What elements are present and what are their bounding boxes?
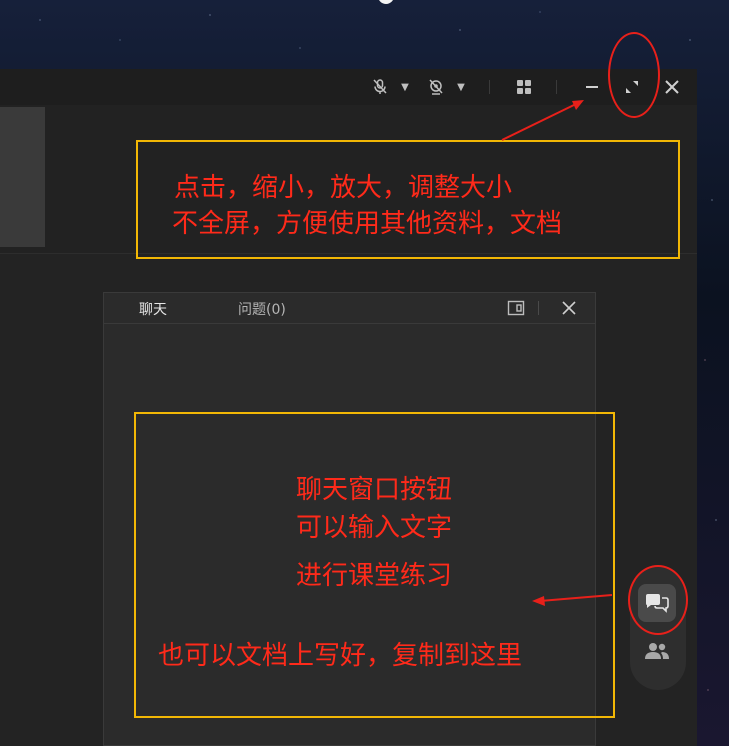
- annotation-callout-bottom: 聊天窗口按钮 可以输入文字 进行课堂练习 也可以文档上写好，复制到这里: [134, 412, 615, 718]
- camera-muted-icon[interactable]: [426, 77, 446, 97]
- tab-chat[interactable]: 聊天: [139, 299, 167, 319]
- popout-icon[interactable]: [506, 298, 526, 318]
- toolbar-divider: [489, 80, 490, 94]
- mic-options-chevron-icon[interactable]: ▼: [400, 77, 410, 97]
- annotation-callout-top: 点击，缩小，放大，调整大小 不全屏，方便使用其他资料，文档: [136, 140, 680, 259]
- annotation-line: 可以输入文字: [296, 513, 453, 543]
- chat-header: 聊天 问题(0): [104, 293, 595, 324]
- mic-muted-icon[interactable]: [370, 77, 390, 97]
- annotation-line: 不全屏，方便使用其他资料，文档: [172, 209, 563, 239]
- highlight-circle-restore: [608, 32, 660, 118]
- grid-layout-icon[interactable]: [514, 77, 534, 97]
- annotation-line: 聊天窗口按钮: [296, 475, 453, 505]
- video-thumbnail[interactable]: [0, 107, 45, 247]
- title-bar: ▼ ▼: [0, 69, 697, 105]
- chat-close-icon[interactable]: [559, 298, 579, 318]
- camera-options-chevron-icon[interactable]: ▼: [456, 77, 466, 97]
- annotation-line: 进行课堂练习: [296, 561, 453, 591]
- annotation-line: 点击，缩小，放大，调整大小: [174, 173, 513, 203]
- close-icon[interactable]: [662, 77, 682, 97]
- participants-icon[interactable]: [638, 632, 676, 670]
- tab-questions[interactable]: 问题(0): [238, 299, 286, 319]
- minimize-icon[interactable]: [582, 77, 602, 97]
- highlight-circle-chat: [628, 565, 688, 635]
- toolbar-divider: [556, 80, 557, 94]
- annotation-line: 也可以文档上写好，复制到这里: [158, 641, 523, 671]
- chat-header-divider: [538, 301, 539, 315]
